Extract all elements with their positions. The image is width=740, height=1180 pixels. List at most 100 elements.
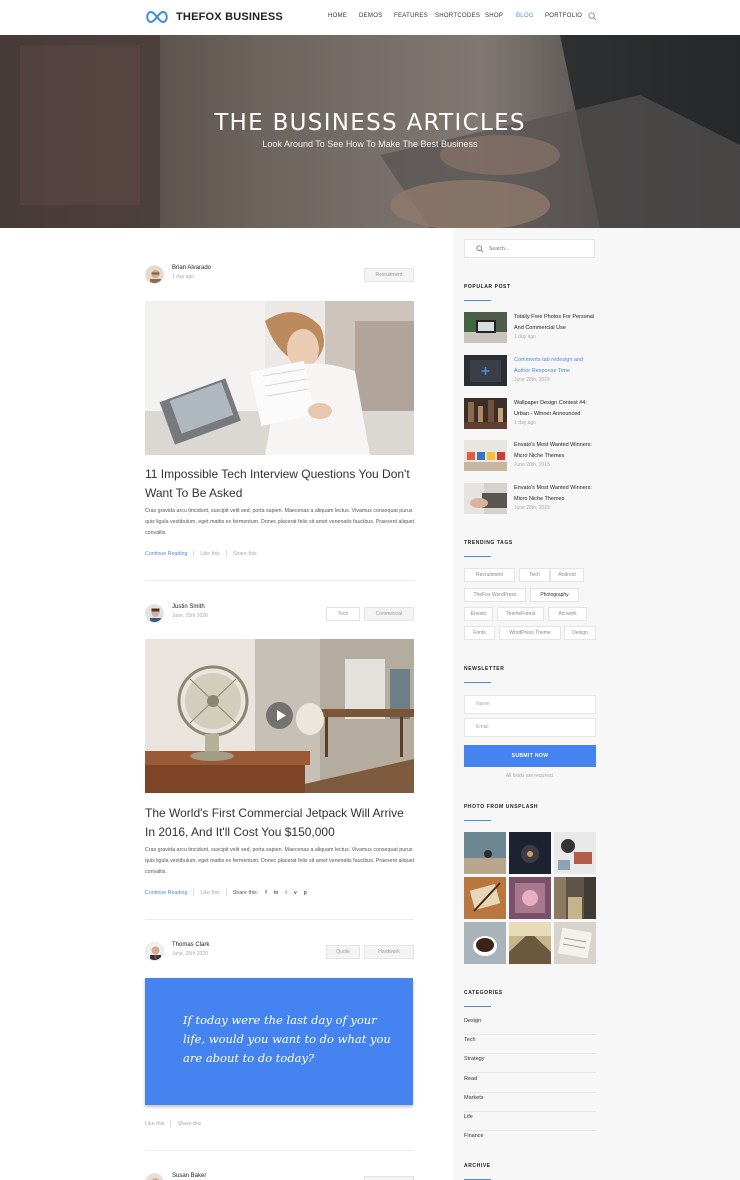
post-title[interactable]: 11 Impossible Tech Interview Questions Y… — [145, 465, 415, 503]
unsplash-photo[interactable] — [509, 922, 551, 964]
tag-fonts[interactable]: Fonts — [464, 626, 495, 640]
vimeo-icon[interactable]: v — [294, 890, 297, 896]
category-item[interactable]: Strategy — [464, 1054, 596, 1073]
category-item[interactable]: Read — [464, 1074, 596, 1093]
separator — [193, 550, 195, 557]
popular-post-item[interactable]: Envato's Most Wanted Winners: Micro Nich… — [464, 440, 596, 472]
unsplash-photo[interactable] — [554, 877, 596, 919]
popular-post-title[interactable]: Envato's Most Wanted Winners: Micro Nich… — [514, 440, 596, 462]
unsplash-photo[interactable] — [509, 877, 551, 919]
popular-post-title[interactable]: Comments tab redesign and Author Respons… — [514, 355, 596, 377]
continue-reading-link[interactable]: Continue Reading — [145, 890, 187, 896]
post-video-thumbnail[interactable] — [145, 639, 414, 793]
tag-art-work[interactable]: Art work — [548, 607, 587, 621]
nav-shop[interactable]: SHOP — [485, 13, 503, 19]
popular-post-title[interactable]: Wallpaper Design Contest #4: Urban - Win… — [514, 398, 596, 420]
post-divider — [145, 919, 414, 920]
post-image[interactable] — [145, 301, 414, 455]
newsletter-heading: NEWSLETTER — [464, 666, 505, 672]
author-name[interactable]: Brian Alvarado — [172, 265, 211, 271]
popular-post-thumbnail[interactable] — [464, 312, 507, 343]
newsletter-email-field[interactable]: Email — [464, 718, 596, 737]
author-name[interactable]: Justin Smith — [172, 604, 205, 610]
nav-home[interactable]: HOME — [328, 13, 347, 19]
post-tag-commercial[interactable]: Commercial — [364, 607, 414, 621]
popular-post-title[interactable]: Envato's Most Wanted Winners: Micro Nich… — [514, 483, 596, 505]
tag-photography[interactable]: Photography — [530, 588, 579, 602]
linkedin-icon[interactable]: in — [274, 890, 278, 896]
share-button[interactable]: Share this — [233, 551, 257, 557]
submit-now-button[interactable]: SUBMIT NOW — [464, 745, 596, 767]
popular-post-date: 1 day ago — [514, 334, 536, 340]
nav-portfolio[interactable]: PORTFOLIO — [545, 13, 582, 19]
search-input[interactable] — [489, 243, 589, 255]
unsplash-photo[interactable] — [554, 832, 596, 874]
tag-android[interactable]: Android — [550, 568, 584, 582]
avatar[interactable] — [145, 1173, 164, 1180]
popular-post-item[interactable]: Envato's Most Wanted Winners: Micro Nich… — [464, 483, 596, 515]
tag-tech[interactable]: Tech — [519, 568, 550, 582]
tag-wordpress-theme[interactable]: WordPress Theme — [499, 626, 561, 640]
post-author: Brian Alvarado 1 day ago — [145, 265, 211, 284]
popular-post-heading: POPULAR POST — [464, 284, 511, 290]
tag-design[interactable]: Design — [564, 626, 596, 640]
post-excerpt: Cras gravida arcu tincidunt, suscipit ve… — [145, 847, 415, 875]
avatar[interactable] — [145, 942, 164, 961]
search-icon — [476, 245, 484, 253]
nav-features[interactable]: FEATURES — [394, 13, 428, 19]
like-button[interactable]: Like this — [200, 551, 219, 557]
heading-underline — [464, 556, 491, 557]
popular-post-item[interactable]: Wallpaper Design Contest #4: Urban - Win… — [464, 398, 596, 430]
category-item[interactable]: Finance — [464, 1131, 596, 1150]
avatar[interactable] — [145, 265, 164, 284]
post-tag-hardwork[interactable]: Hardwork — [364, 945, 414, 959]
avatar[interactable] — [145, 604, 164, 623]
tag-envato[interactable]: Envato — [464, 607, 493, 621]
share-button[interactable]: Share this — [177, 1121, 201, 1127]
post-tag[interactable] — [364, 1176, 414, 1180]
author-name[interactable]: Thomas Clark — [172, 942, 209, 948]
nav-shortcodes[interactable]: SHORTCODES — [435, 13, 480, 19]
pinterest-icon[interactable]: p — [304, 890, 307, 896]
heading-underline — [464, 682, 491, 683]
category-item[interactable]: Design — [464, 1016, 596, 1035]
unsplash-photo[interactable] — [464, 877, 506, 919]
tag-recruitment[interactable]: Recruitment — [464, 568, 515, 582]
unsplash-photo[interactable] — [464, 922, 506, 964]
popular-post-thumbnail[interactable] — [464, 398, 507, 429]
newsletter-name-field[interactable]: Name — [464, 695, 596, 714]
unsplash-photo[interactable] — [464, 832, 506, 874]
quote-text: If today were the last day of your life,… — [183, 1013, 391, 1065]
post-tag-tech[interactable]: Tech — [326, 607, 360, 621]
author-name[interactable]: Susan Baker — [172, 1173, 206, 1179]
tag-thefox-wordpress[interactable]: TheFox WordPress — [464, 588, 526, 602]
post-tag-quote[interactable]: Quote — [326, 945, 360, 959]
like-button[interactable]: Like this — [200, 890, 219, 896]
continue-reading-link[interactable]: Continue Reading — [145, 551, 187, 557]
nav-blog[interactable]: BLOG — [516, 13, 534, 19]
popular-post-thumbnail[interactable] — [464, 483, 507, 514]
popular-post-thumbnail[interactable] — [464, 355, 507, 386]
search-icon[interactable] — [588, 12, 597, 21]
logo[interactable]: THEFOX BUSINESS — [145, 10, 283, 24]
tag-themeforest[interactable]: ThemeForest — [497, 607, 544, 621]
twitter-icon[interactable]: t — [285, 890, 287, 896]
unsplash-photo[interactable] — [509, 832, 551, 874]
like-button[interactable]: Like this — [145, 1121, 164, 1127]
popular-post-item[interactable]: Comments tab redesign and Author Respons… — [464, 355, 596, 387]
hero-title: THE BUSINESS ARTICLES — [214, 110, 526, 136]
post-title[interactable]: The World's First Commercial Jetpack Wil… — [145, 804, 415, 842]
unsplash-photo[interactable] — [554, 922, 596, 964]
nav-demos[interactable]: DEMOS — [359, 13, 383, 19]
category-item[interactable]: Tech — [464, 1035, 596, 1054]
post-tag-recruitment[interactable]: Recruitment — [364, 268, 414, 282]
play-icon[interactable] — [266, 702, 293, 729]
popular-post-title[interactable]: Totally Free Photos For Personal And Com… — [514, 312, 596, 334]
popular-post-thumbnail[interactable] — [464, 440, 507, 471]
facebook-icon[interactable]: f — [265, 890, 267, 896]
category-item[interactable]: Markets — [464, 1093, 596, 1112]
category-item[interactable]: Life — [464, 1112, 596, 1131]
sidebar-search[interactable] — [464, 239, 595, 258]
heading-underline — [464, 1006, 491, 1007]
popular-post-item[interactable]: Totally Free Photos For Personal And Com… — [464, 312, 596, 344]
